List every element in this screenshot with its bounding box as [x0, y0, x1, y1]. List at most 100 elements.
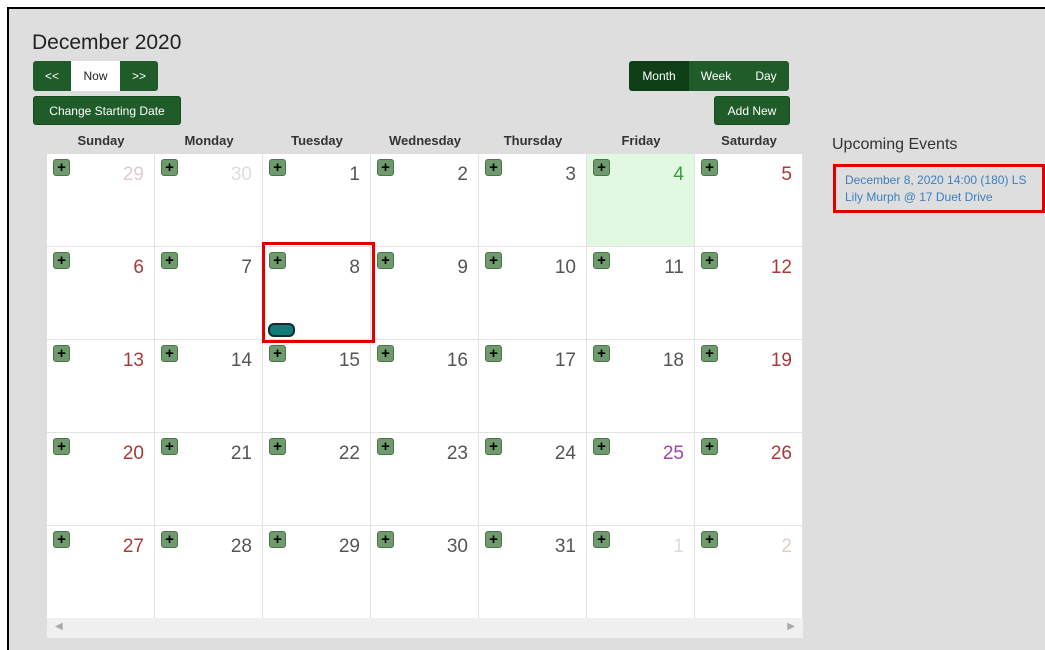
day-cell[interactable]: +30: [155, 154, 263, 247]
day-number: 6: [133, 257, 144, 278]
day-cell[interactable]: +11: [587, 247, 695, 340]
day-cell[interactable]: +9: [371, 247, 479, 340]
upcoming-event-item[interactable]: December 8, 2020 14:00 (180) LS Lily Mur…: [845, 172, 1045, 206]
add-event-button[interactable]: +: [593, 438, 610, 455]
day-number: 30: [446, 536, 468, 557]
day-cell[interactable]: +15: [263, 340, 371, 433]
day-number: 5: [781, 164, 792, 185]
view-button-group: Month Week Day: [629, 61, 789, 91]
day-cell-today[interactable]: +4: [587, 154, 695, 247]
add-event-button[interactable]: +: [485, 345, 502, 362]
day-cell[interactable]: +27: [47, 526, 155, 619]
day-number: 8: [349, 257, 360, 278]
add-event-button[interactable]: +: [161, 252, 178, 269]
day-cell[interactable]: +17: [479, 340, 587, 433]
day-cell[interactable]: +1: [263, 154, 371, 247]
add-event-button[interactable]: +: [53, 159, 70, 176]
add-new-button[interactable]: Add New: [714, 96, 790, 125]
day-cell[interactable]: +31: [479, 526, 587, 619]
day-cell[interactable]: +18: [587, 340, 695, 433]
day-number: 16: [446, 350, 468, 371]
day-cell[interactable]: +2: [371, 154, 479, 247]
day-number: 20: [122, 443, 144, 464]
add-event-button[interactable]: +: [377, 345, 394, 362]
add-event-button[interactable]: +: [701, 159, 718, 176]
add-event-button[interactable]: +: [593, 531, 610, 548]
weekday-thursday: Thursday: [503, 133, 563, 148]
day-cell[interactable]: +3: [479, 154, 587, 247]
add-event-button[interactable]: +: [593, 252, 610, 269]
add-event-button[interactable]: +: [53, 531, 70, 548]
event-marker[interactable]: [268, 323, 295, 337]
day-cell[interactable]: +10: [479, 247, 587, 340]
add-event-button[interactable]: +: [161, 531, 178, 548]
add-event-button[interactable]: +: [269, 252, 286, 269]
add-event-button[interactable]: +: [377, 531, 394, 548]
add-event-button[interactable]: +: [593, 345, 610, 362]
day-cell[interactable]: +2: [695, 526, 803, 619]
add-event-button[interactable]: +: [53, 345, 70, 362]
add-event-button[interactable]: +: [161, 159, 178, 176]
add-event-button[interactable]: +: [377, 252, 394, 269]
change-starting-date-button[interactable]: Change Starting Date: [33, 96, 181, 125]
add-event-button[interactable]: +: [485, 159, 502, 176]
day-cell[interactable]: +8: [263, 247, 371, 340]
day-cell[interactable]: +13: [47, 340, 155, 433]
day-cell[interactable]: +24: [479, 433, 587, 526]
day-cell[interactable]: +25: [587, 433, 695, 526]
day-cell[interactable]: +1: [587, 526, 695, 619]
view-month-button[interactable]: Month: [629, 61, 689, 91]
prev-button[interactable]: <<: [33, 61, 71, 91]
add-event-button[interactable]: +: [269, 531, 286, 548]
add-event-button[interactable]: +: [161, 345, 178, 362]
horizontal-scrollbar[interactable]: ◀ ▶: [47, 618, 803, 638]
add-event-button[interactable]: +: [485, 438, 502, 455]
day-cell[interactable]: +23: [371, 433, 479, 526]
add-event-button[interactable]: +: [701, 252, 718, 269]
day-number: 19: [770, 350, 792, 371]
scroll-left-icon[interactable]: ◀: [55, 621, 63, 632]
add-event-button[interactable]: +: [377, 159, 394, 176]
day-number: 4: [673, 164, 684, 185]
day-cell[interactable]: +20: [47, 433, 155, 526]
add-event-button[interactable]: +: [269, 438, 286, 455]
now-button[interactable]: Now: [71, 61, 120, 91]
add-event-button[interactable]: +: [701, 438, 718, 455]
add-event-button[interactable]: +: [161, 438, 178, 455]
day-cell[interactable]: +29: [47, 154, 155, 247]
scroll-right-icon[interactable]: ▶: [787, 621, 795, 632]
day-cell[interactable]: +16: [371, 340, 479, 433]
next-button[interactable]: >>: [120, 61, 158, 91]
day-number: 3: [565, 164, 576, 185]
day-cell[interactable]: +21: [155, 433, 263, 526]
add-event-button[interactable]: +: [269, 159, 286, 176]
add-event-button[interactable]: +: [269, 345, 286, 362]
day-cell[interactable]: +7: [155, 247, 263, 340]
day-cell[interactable]: +22: [263, 433, 371, 526]
view-day-button[interactable]: Day: [743, 61, 789, 91]
day-number: 30: [230, 164, 252, 185]
add-event-button[interactable]: +: [485, 252, 502, 269]
day-cell[interactable]: +19: [695, 340, 803, 433]
day-number: 2: [781, 536, 792, 557]
day-cell[interactable]: +26: [695, 433, 803, 526]
weekday-sunday: Sunday: [77, 133, 125, 148]
add-event-button[interactable]: +: [701, 345, 718, 362]
day-cell[interactable]: +6: [47, 247, 155, 340]
add-event-button[interactable]: +: [377, 438, 394, 455]
add-event-button[interactable]: +: [593, 159, 610, 176]
day-cell[interactable]: +5: [695, 154, 803, 247]
add-event-button[interactable]: +: [485, 531, 502, 548]
day-number: 15: [338, 350, 360, 371]
day-cell[interactable]: +12: [695, 247, 803, 340]
day-cell[interactable]: +28: [155, 526, 263, 619]
add-event-button[interactable]: +: [53, 252, 70, 269]
view-week-button[interactable]: Week: [689, 61, 743, 91]
add-event-button[interactable]: +: [53, 438, 70, 455]
day-cell[interactable]: +14: [155, 340, 263, 433]
add-event-button[interactable]: +: [701, 531, 718, 548]
day-number: 11: [664, 257, 684, 278]
day-number: 17: [554, 350, 576, 371]
day-cell[interactable]: +29: [263, 526, 371, 619]
day-cell[interactable]: +30: [371, 526, 479, 619]
